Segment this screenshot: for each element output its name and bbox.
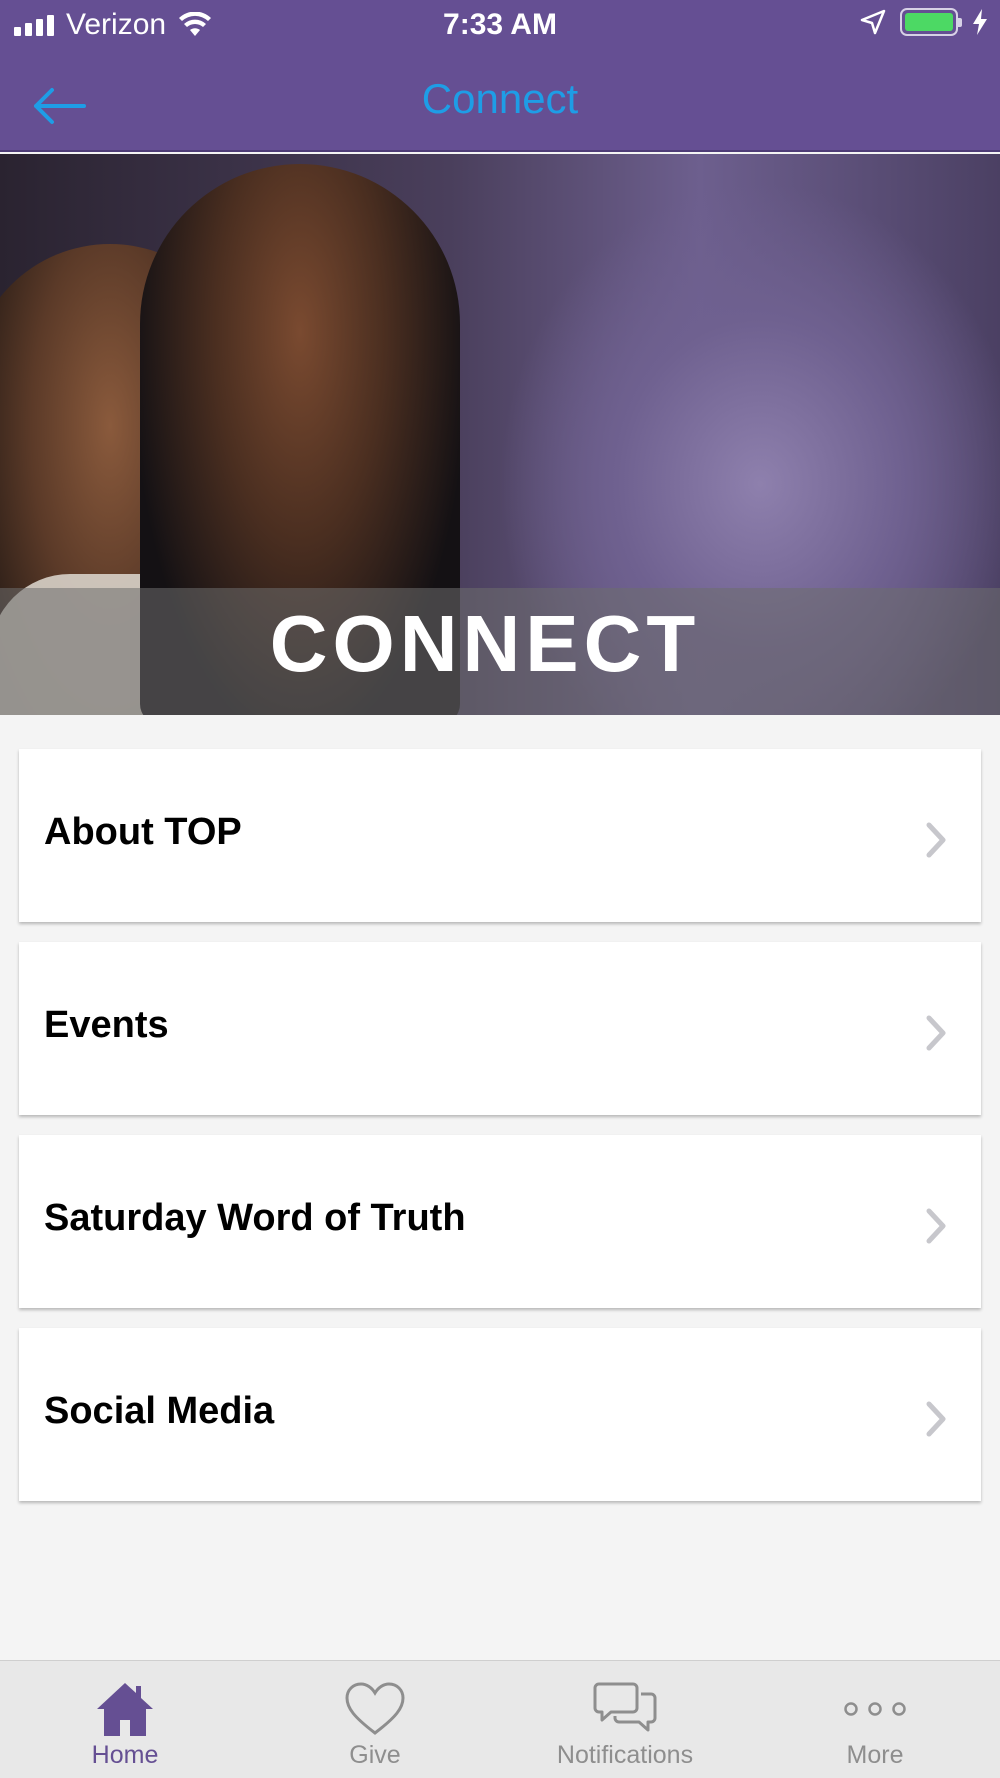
status-time: 7:33 AM [443, 8, 557, 41]
menu-item-label: About TOP [44, 811, 242, 853]
menu-item-saturday-word-of-truth[interactable]: Saturday Word of Truth [19, 1135, 981, 1308]
menu-item-events[interactable]: Events [19, 942, 981, 1115]
battery-level [905, 13, 953, 31]
status-right [860, 8, 988, 36]
page-title: Connect [421, 75, 579, 122]
menu-item-social-media[interactable]: Social Media [19, 1328, 981, 1501]
menu-item-label: Social Media [44, 1390, 275, 1432]
charging-bolt-icon [973, 9, 987, 35]
tab-label: Give [349, 1741, 401, 1769]
app-header: Verizon 7:33 AM Connect [0, 0, 1000, 152]
menu-list: About TOP Events Saturday Word of Truth … [19, 749, 981, 1521]
menu-item-label: Saturday Word of Truth [44, 1197, 466, 1239]
hero-title: CONNECT [269, 599, 701, 688]
tab-notifications[interactable]: Notifications [500, 1661, 750, 1778]
tab-label: Home [91, 1741, 159, 1769]
chevron-right-icon [926, 1401, 946, 1437]
status-bar: Verizon 7:33 AM [0, 0, 1000, 50]
navigation-bar: Connect [0, 55, 1000, 150]
chevron-right-icon [926, 822, 946, 858]
heart-icon [345, 1682, 405, 1735]
menu-item-label: Events [44, 1004, 169, 1046]
chevron-right-icon [926, 1015, 946, 1051]
chat-bubbles-icon [593, 1682, 657, 1732]
tab-home[interactable]: Home [0, 1661, 250, 1778]
bottom-tab-bar: Home Give Notifications More [0, 1660, 1000, 1778]
menu-item-about-top[interactable]: About TOP [19, 749, 981, 922]
battery-icon [900, 8, 962, 36]
chevron-right-icon [926, 1208, 946, 1244]
tab-give[interactable]: Give [250, 1661, 500, 1778]
tab-label: More [846, 1741, 904, 1769]
location-arrow-icon [860, 9, 886, 35]
hero-banner: CONNECT [0, 154, 1000, 715]
tab-label: Notifications [556, 1741, 694, 1769]
home-icon [97, 1683, 153, 1736]
tab-more[interactable]: More [750, 1661, 1000, 1778]
more-dots-icon [844, 1702, 906, 1716]
